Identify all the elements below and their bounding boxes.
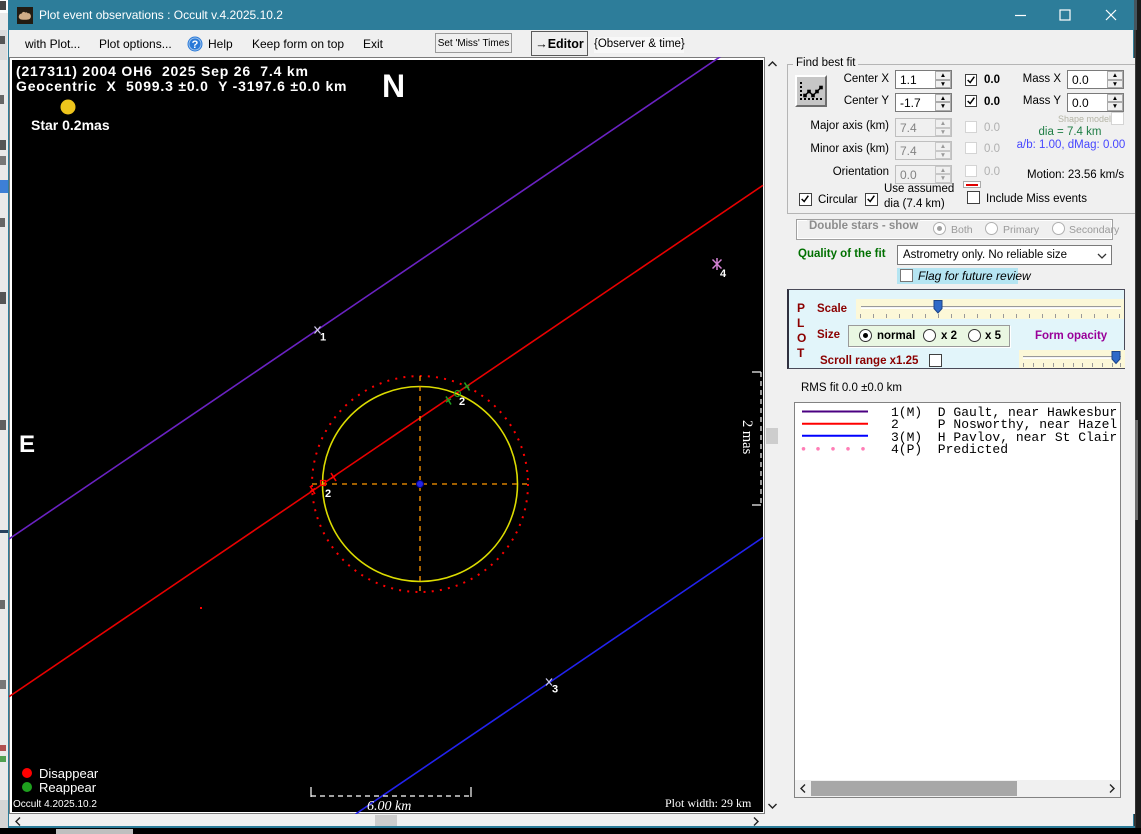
svg-text:4: 4: [720, 268, 727, 280]
svg-text:Occult 4.2025.10.2: Occult 4.2025.10.2: [13, 799, 97, 810]
svg-text:N: N: [382, 68, 405, 104]
svg-text:Disappear: Disappear: [39, 766, 99, 781]
svg-text:2: 2: [459, 396, 465, 408]
svg-text:Plot width: 29 km: Plot width: 29 km: [665, 796, 752, 810]
svg-text:Star 0.2mas: Star 0.2mas: [31, 117, 110, 133]
svg-text:6.00 km: 6.00 km: [367, 799, 411, 814]
svg-text:2 mas: 2 mas: [739, 420, 755, 455]
svg-text:?: ?: [192, 39, 199, 51]
svg-text:3: 3: [552, 684, 558, 696]
svg-text:(217311) 2004 OH6 2025 Sep 26: (217311) 2004 OH6 2025 Sep 26 7.4 km: [16, 63, 309, 79]
svg-text:1: 1: [320, 332, 326, 344]
svg-text:Geocentric X 5099.3 ±0.0 Y: Geocentric X 5099.3 ±0.0 Y -3197.6 ±0.0 …: [16, 78, 347, 94]
svg-text:2: 2: [325, 488, 331, 500]
svg-text:E: E: [19, 431, 35, 458]
svg-text:Reappear: Reappear: [39, 780, 97, 795]
